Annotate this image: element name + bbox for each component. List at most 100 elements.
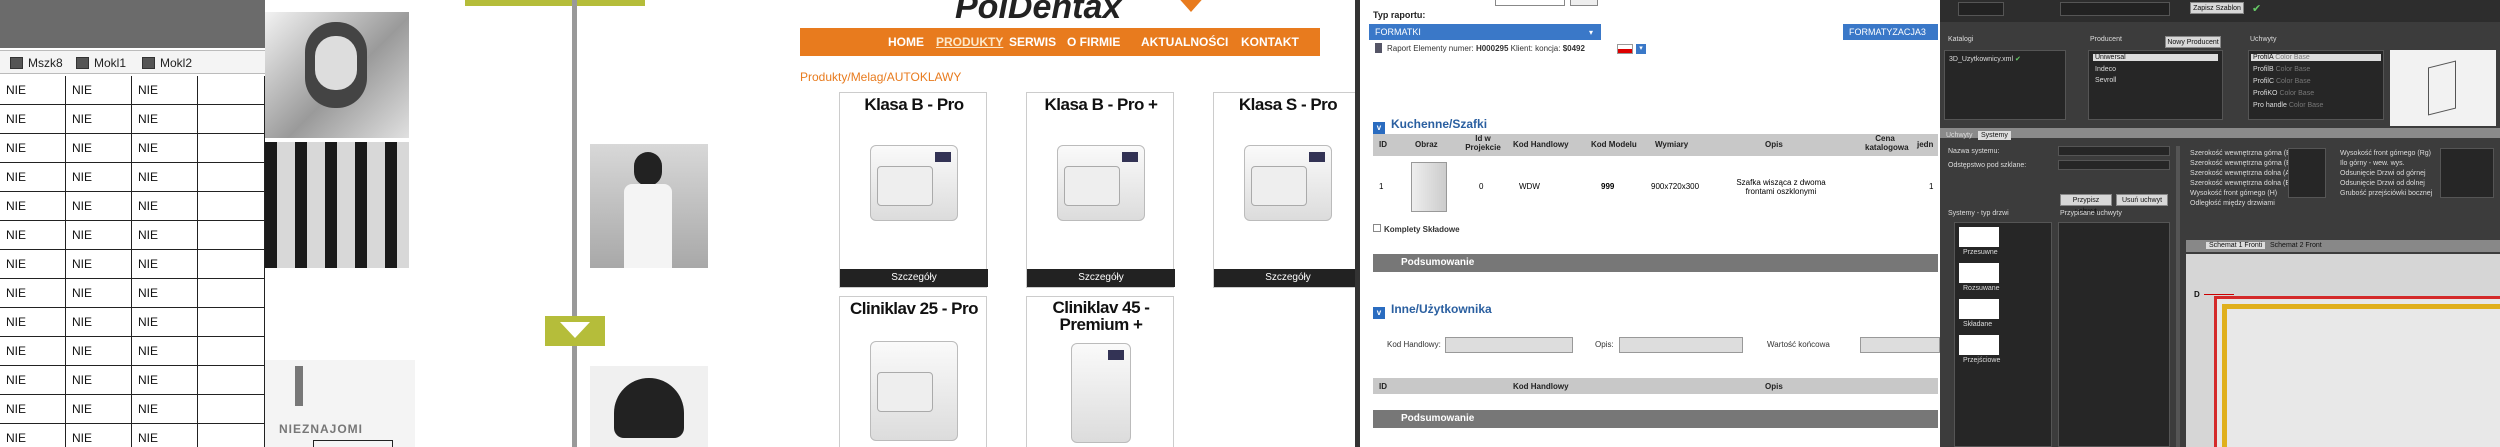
table-cell[interactable]: NIE bbox=[0, 105, 66, 134]
list-item[interactable]: ProfilC Color Base bbox=[2253, 78, 2311, 85]
table-cell[interactable] bbox=[198, 308, 265, 337]
summary-bar[interactable]: Podsumowanie bbox=[1373, 410, 1938, 428]
scrollbar[interactable] bbox=[2176, 146, 2180, 447]
table-cell[interactable]: NIE bbox=[132, 308, 198, 337]
nav-kontakt[interactable]: KONTAKT bbox=[1241, 28, 1299, 56]
assigned-handles-list[interactable] bbox=[2058, 222, 2170, 447]
portrait-photo[interactable] bbox=[265, 12, 409, 138]
table-row[interactable]: NIE NIE NIE bbox=[0, 424, 265, 447]
table-cell[interactable] bbox=[198, 192, 265, 221]
table-cell[interactable]: NIE bbox=[66, 76, 132, 105]
params-inputs-right[interactable] bbox=[2440, 148, 2494, 198]
list-item[interactable]: ProfilB Color Base bbox=[2253, 66, 2310, 73]
save-template-button[interactable]: Zapisz Szablon bbox=[2190, 2, 2244, 14]
table-cell[interactable]: NIE bbox=[0, 250, 66, 279]
table-cell[interactable]: NIE bbox=[132, 395, 198, 424]
final-value-input[interactable] bbox=[1860, 337, 1940, 353]
breadcrumb[interactable]: Produkty/Melag/AUTOKLAWY bbox=[800, 70, 961, 84]
table-cell[interactable]: NIE bbox=[132, 250, 198, 279]
table-cell[interactable]: NIE bbox=[66, 279, 132, 308]
column-header-mokl1[interactable]: Mokl1 bbox=[66, 51, 136, 75]
table-cell[interactable]: NIE bbox=[0, 163, 66, 192]
nav-o-firmie[interactable]: O FIRMIE bbox=[1067, 28, 1120, 56]
table-cell[interactable]: NIE bbox=[0, 192, 66, 221]
table-row[interactable]: NIE NIE NIE bbox=[0, 395, 265, 424]
table-cell[interactable]: NIE bbox=[0, 337, 66, 366]
report-number-input[interactable] bbox=[1495, 0, 1565, 6]
details-button[interactable]: Szczegóły bbox=[1027, 269, 1175, 287]
table-cell[interactable]: NIE bbox=[0, 134, 66, 163]
table-cell[interactable]: NIE bbox=[132, 221, 198, 250]
nav-home[interactable]: HOME bbox=[888, 28, 924, 56]
summary-bar[interactable]: Podsumowanie bbox=[1373, 254, 1938, 272]
interior-photo[interactable] bbox=[265, 142, 409, 268]
section-header-kuchenne[interactable]: v Kuchenne/Szafki bbox=[1373, 117, 1487, 134]
toolbar-input[interactable] bbox=[1958, 2, 2004, 16]
load-button[interactable] bbox=[1570, 0, 1598, 6]
toolbar-input[interactable] bbox=[2060, 2, 2170, 16]
table-row[interactable]: NIE NIE NIE bbox=[0, 105, 265, 134]
subcomponents-toggle[interactable]: Komplety Składowe bbox=[1373, 224, 1460, 234]
system-name-input[interactable] bbox=[2058, 146, 2170, 156]
table-cell[interactable]: NIE bbox=[66, 105, 132, 134]
producer-list[interactable]: Uniwersal Indeco Sevroll bbox=[2088, 50, 2223, 120]
bird-photo[interactable] bbox=[590, 366, 708, 447]
table-cell[interactable]: NIE bbox=[0, 279, 66, 308]
timeline-marker[interactable] bbox=[545, 316, 605, 346]
format-option-right[interactable]: FORMATYZACJA3 bbox=[1843, 24, 1938, 40]
folding-door-icon[interactable] bbox=[1959, 299, 1999, 319]
table-cell[interactable]: NIE bbox=[132, 76, 198, 105]
table-row[interactable]: NIE NIE NIE bbox=[0, 250, 265, 279]
table-cell[interactable]: NIE bbox=[66, 192, 132, 221]
table-row[interactable]: NIE NIE NIE bbox=[0, 76, 265, 105]
description-input[interactable] bbox=[1619, 337, 1743, 353]
table-cell[interactable]: NIE bbox=[66, 337, 132, 366]
table-row[interactable]: NIE NIE NIE bbox=[0, 279, 265, 308]
filter-icon[interactable] bbox=[10, 57, 23, 69]
table-row[interactable]: 1 0 WDW 999 900x720x300 Szafka wisząca z… bbox=[1373, 158, 1938, 216]
table-cell[interactable]: NIE bbox=[66, 308, 132, 337]
table-cell[interactable]: NIE bbox=[132, 163, 198, 192]
product-card[interactable]: Cliniklav 25 - Pro bbox=[839, 296, 987, 447]
table-cell[interactable]: NIE bbox=[132, 134, 198, 163]
trade-code-input[interactable] bbox=[1445, 337, 1573, 353]
table-cell[interactable]: NIE bbox=[0, 366, 66, 395]
nav-produkty[interactable]: PRODUKTY bbox=[936, 28, 1003, 56]
product-card[interactable]: Klasa S - Pro Szczegóły bbox=[1213, 92, 1355, 288]
table-cell[interactable]: NIE bbox=[0, 424, 66, 447]
product-card[interactable]: Klasa B - Pro Szczegóły bbox=[839, 92, 988, 288]
table-cell[interactable] bbox=[198, 395, 265, 424]
table-row[interactable]: NIE NIE NIE bbox=[0, 163, 265, 192]
brand-logo[interactable]: PolDentax bbox=[955, 0, 1121, 27]
table-cell[interactable] bbox=[198, 76, 265, 105]
list-item[interactable]: Pro handle Color Base bbox=[2253, 102, 2323, 109]
table-cell[interactable]: NIE bbox=[0, 76, 66, 105]
table-cell[interactable]: NIE bbox=[66, 163, 132, 192]
table-cell[interactable]: NIE bbox=[66, 395, 132, 424]
gap-input[interactable] bbox=[2058, 160, 2170, 170]
chevron-down-icon[interactable]: ▾ bbox=[1589, 28, 1593, 37]
nav-serwis[interactable]: SERWIS bbox=[1009, 28, 1056, 56]
tab-scheme-1[interactable]: Schemat 1 Fronti bbox=[2206, 242, 2266, 249]
table-cell[interactable] bbox=[198, 105, 265, 134]
bypass-door-icon[interactable] bbox=[1959, 263, 1999, 283]
column-header-mokl2[interactable]: Mokl2 bbox=[132, 51, 202, 75]
table-cell[interactable] bbox=[198, 366, 265, 395]
details-button[interactable]: Szczegóły bbox=[1214, 269, 1355, 287]
table-cell[interactable] bbox=[198, 279, 265, 308]
list-item[interactable]: Indeco bbox=[2095, 66, 2116, 73]
tab-uchwyty[interactable]: Uchwyty bbox=[1946, 132, 1972, 139]
remove-handle-button[interactable]: Usuń uchwyt bbox=[2116, 194, 2168, 206]
chevron-down-icon[interactable]: v bbox=[1373, 307, 1385, 319]
table-row[interactable]: NIE NIE NIE bbox=[0, 192, 265, 221]
fashion-photo[interactable] bbox=[590, 144, 708, 268]
table-cell[interactable] bbox=[198, 424, 265, 447]
flag-icon[interactable] bbox=[1617, 44, 1633, 54]
table-cell[interactable]: NIE bbox=[66, 366, 132, 395]
product-card[interactable]: Cliniklav 45 - Premium + bbox=[1026, 296, 1174, 447]
list-item[interactable]: 3D_Uzytkownicy.xml ✔ bbox=[1949, 55, 2021, 63]
table-cell[interactable] bbox=[198, 250, 265, 279]
table-cell[interactable]: NIE bbox=[132, 279, 198, 308]
product-card[interactable]: Klasa B - Pro + Szczegóły bbox=[1026, 92, 1175, 288]
table-cell[interactable]: NIE bbox=[132, 337, 198, 366]
